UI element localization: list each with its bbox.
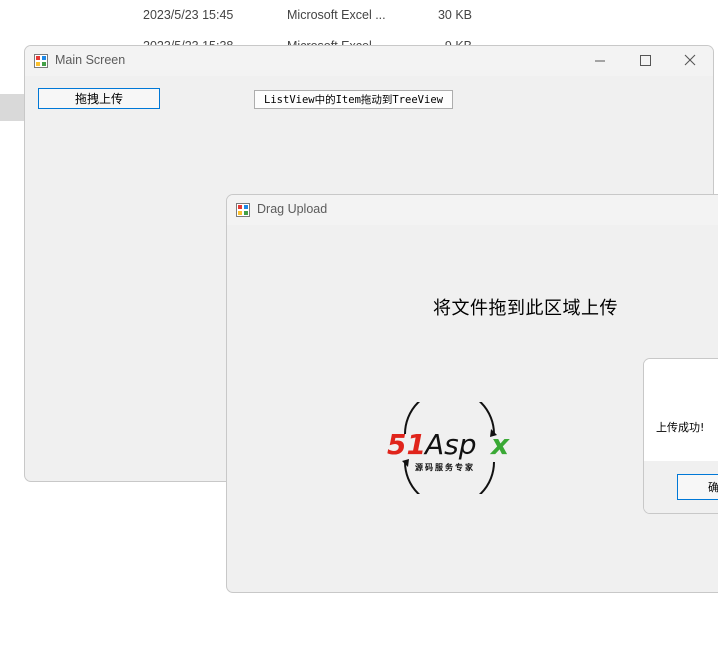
window-title: Drag Upload xyxy=(257,202,328,216)
listview-to-treeview-button[interactable]: ListView中的Item拖动到TreeView xyxy=(254,90,453,109)
drag-upload-button[interactable]: 拖拽上传 xyxy=(38,88,160,109)
drag-titlebar[interactable]: Drag Upload xyxy=(227,195,718,225)
ok-button[interactable]: 确 xyxy=(677,474,718,500)
file-row-date: 2023/5/23 15:45 xyxy=(143,8,234,22)
close-icon xyxy=(684,54,696,66)
dialog-message: 上传成功! xyxy=(656,421,705,434)
main-titlebar[interactable]: Main Screen xyxy=(25,46,713,76)
file-row-type: Microsoft Excel ... xyxy=(287,8,386,22)
logo-tagline: 源码服务专家 xyxy=(415,463,475,472)
window-title: Main Screen xyxy=(55,53,126,67)
logo-wordmark: 51 Asp x xyxy=(387,428,510,461)
drop-zone-hint: 将文件拖到此区域上传 xyxy=(433,298,618,319)
upload-success-dialog: 上传成功! 确 xyxy=(643,358,718,514)
minimize-button[interactable] xyxy=(577,46,623,76)
app-icon xyxy=(236,203,250,217)
brand-logo: 51 Asp x 源码服务专家 xyxy=(387,388,513,508)
close-button[interactable] xyxy=(667,46,713,76)
file-row-size: 30 KB xyxy=(437,8,472,22)
explorer-selected-row xyxy=(0,94,25,121)
app-icon xyxy=(34,54,48,68)
minimize-icon xyxy=(595,60,605,62)
dialog-titlebar[interactable] xyxy=(644,359,718,389)
maximize-button[interactable] xyxy=(622,46,668,76)
maximize-icon xyxy=(640,55,651,66)
